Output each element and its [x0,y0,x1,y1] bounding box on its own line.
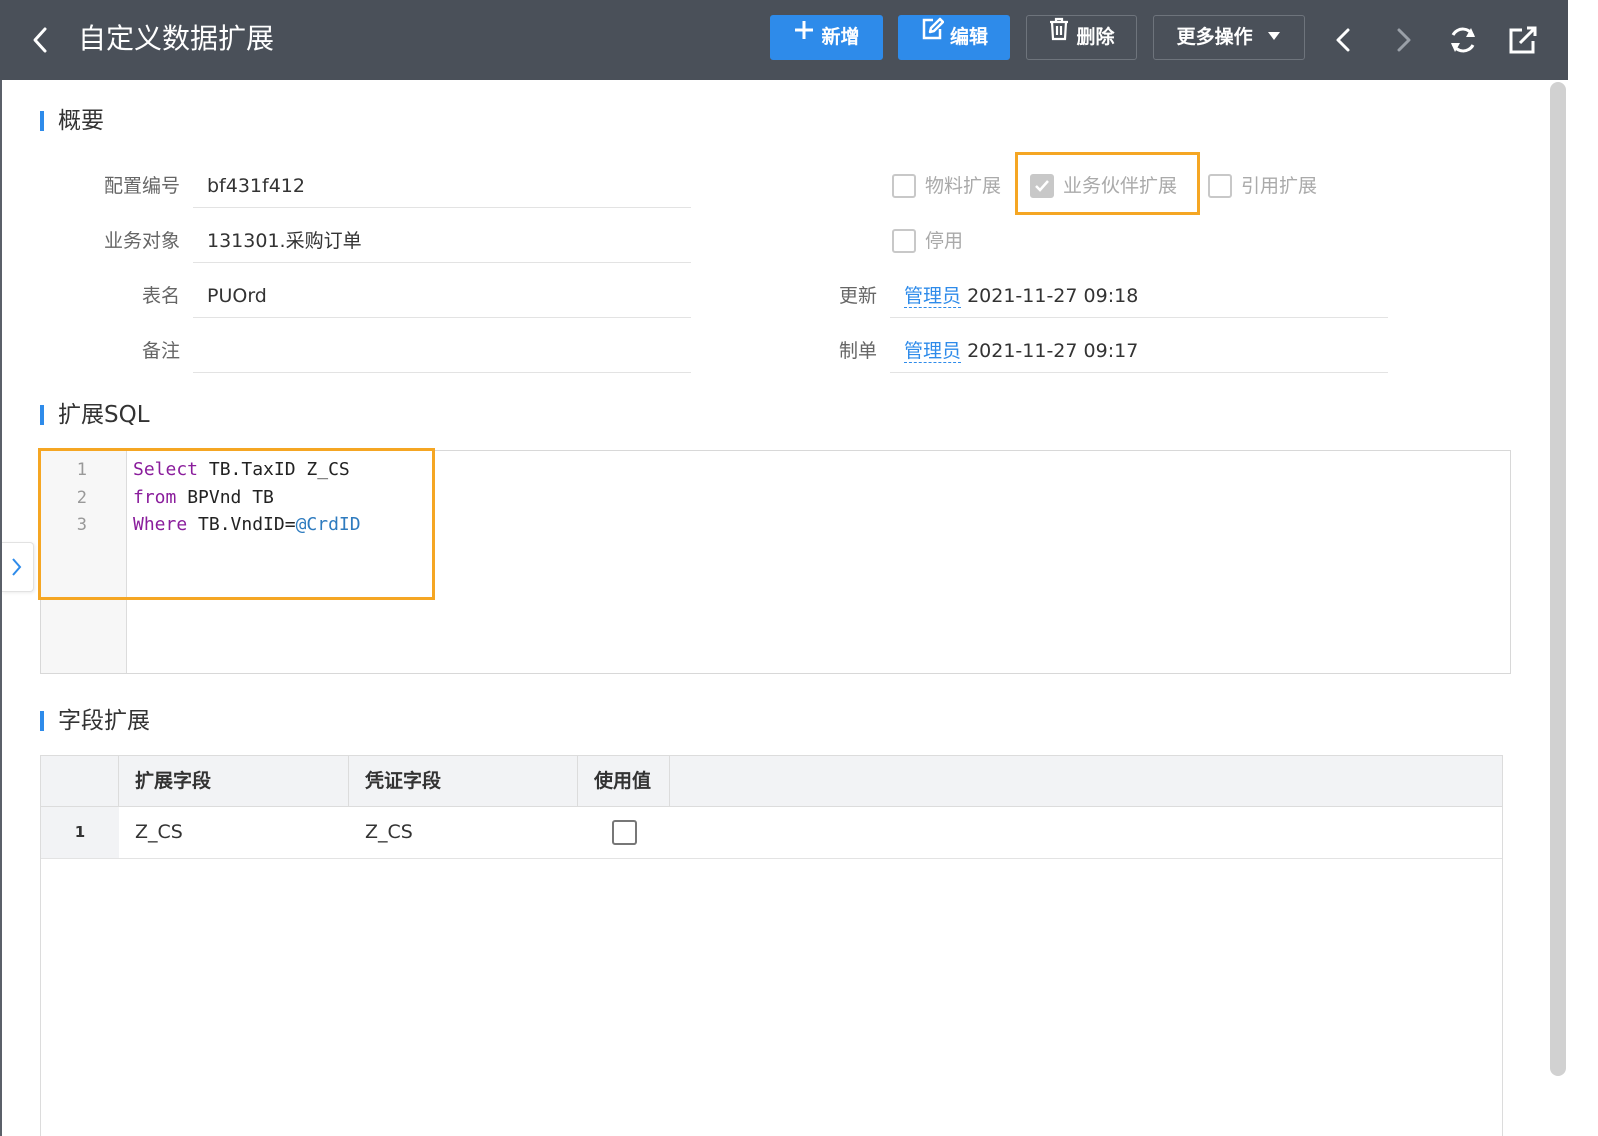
add-button-label: 新增 [821,26,860,48]
partner-ext-checkbox[interactable] [1030,174,1054,198]
column-header[interactable]: 扩展字段 [119,756,349,806]
next-record-icon[interactable] [1385,22,1421,58]
more-actions-dropdown[interactable]: 更多操作 [1153,15,1305,60]
use-value-checkbox[interactable] [612,820,637,845]
refresh-icon[interactable] [1445,22,1481,58]
created-value: 管理员 2021-11-27 09:17 [904,337,1138,365]
remark-label: 备注 [141,340,180,362]
scrollbar-thumb[interactable] [1550,82,1566,1076]
partner-ext-label: 业务伙伴扩展 [1063,175,1178,197]
created-user-link[interactable]: 管理员 [904,340,962,363]
table-name-label: 表名 [141,285,180,307]
material-ext-checkbox[interactable] [892,174,916,198]
plus-icon [793,14,815,57]
column-header[interactable]: 凭证字段 [349,756,578,806]
disabled-label: 停用 [925,230,964,252]
delete-button-label: 删除 [1076,26,1115,48]
previous-record-icon[interactable] [1326,22,1362,58]
grid-header: 扩展字段 凭证字段 使用值 [41,756,1502,807]
divider [890,372,1388,373]
table-row[interactable]: 1 Z_CS Z_CS [41,807,1502,859]
updated-user-link[interactable]: 管理员 [904,285,962,308]
divider [193,262,691,263]
back-icon[interactable] [26,22,56,58]
caret-down-icon [1267,14,1281,57]
page-title: 自定义数据扩展 [78,22,275,55]
add-button[interactable]: 新增 [770,15,883,60]
edit-button[interactable]: 编辑 [898,15,1010,60]
ref-ext-checkbox[interactable] [1208,174,1232,198]
updated-value: 管理员 2021-11-27 09:18 [904,282,1138,310]
biz-object-label: 业务对象 [103,230,180,252]
sql-section-title: 扩展SQL [40,400,150,430]
divider [193,317,691,318]
ext-field-cell[interactable]: Z_CS [119,807,349,858]
created-label: 制单 [838,340,877,362]
open-external-icon[interactable] [1505,22,1541,58]
table-name-value: PUOrd [207,285,267,307]
divider [193,207,691,208]
divider [193,372,691,373]
highlight-box [38,448,435,600]
updated-time: 2021-11-27 09:18 [967,285,1139,307]
fields-grid: 扩展字段 凭证字段 使用值 1 Z_CS Z_CS [40,755,1503,1136]
trash-icon [1048,14,1070,57]
overview-section-title: 概要 [40,106,104,136]
checkmark-icon [1035,180,1049,192]
disabled-checkbox[interactable] [892,229,916,253]
config-no-label: 配置编号 [103,175,180,197]
voucher-field-cell[interactable]: Z_CS [349,807,578,858]
config-no-value: bf431f412 [207,175,305,197]
material-ext-label: 物料扩展 [925,175,1002,197]
column-header[interactable]: 使用值 [578,756,670,806]
top-toolbar: 自定义数据扩展 新增 编辑 删除 更多操作 [0,0,1568,80]
row-number-header [41,756,119,806]
more-actions-label: 更多操作 [1176,26,1253,48]
created-time: 2021-11-27 09:17 [967,340,1139,362]
delete-button[interactable]: 删除 [1026,15,1137,60]
fields-section-title: 字段扩展 [40,706,150,736]
updated-label: 更新 [838,285,877,307]
side-panel-toggle[interactable] [2,542,34,592]
divider [890,317,1388,318]
edit-icon [920,14,945,57]
row-number: 1 [41,807,119,858]
ref-ext-label: 引用扩展 [1241,175,1318,197]
chevron-right-icon [12,558,22,576]
biz-object-value: 131301.采购订单 [207,230,362,252]
vertical-scrollbar[interactable] [1548,80,1568,1136]
edit-button-label: 编辑 [949,26,988,48]
